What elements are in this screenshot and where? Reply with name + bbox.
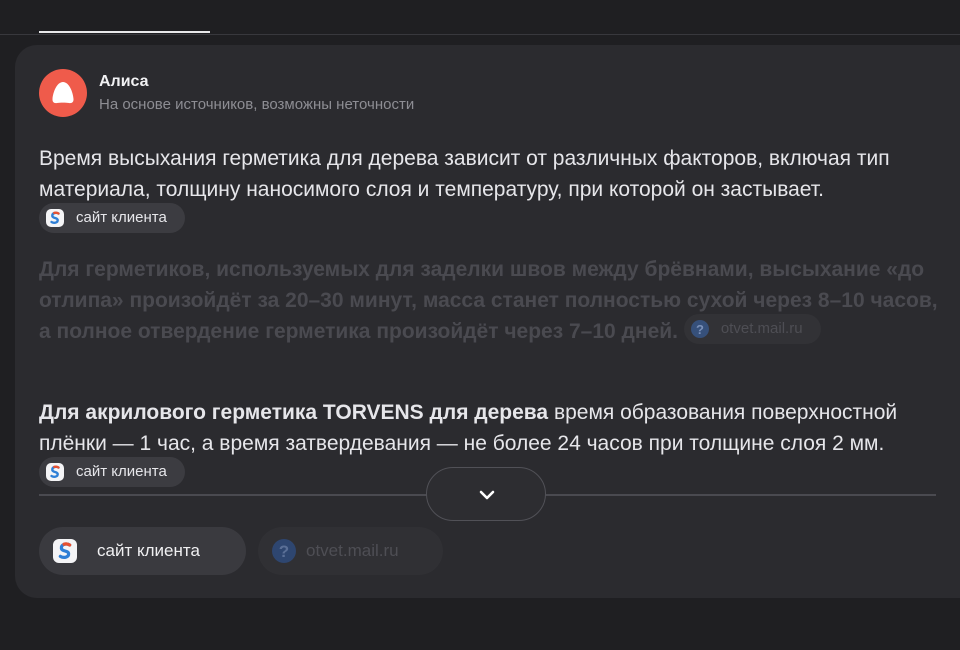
author-name: Алиса xyxy=(99,73,149,90)
answer-paragraph-2: Для герметиков, используемых для заделки… xyxy=(39,254,939,347)
source-button-otvet[interactable]: ? otvet.mail.ru xyxy=(258,527,443,575)
chip-label: otvet.mail.ru xyxy=(720,320,803,338)
alice-logo-icon xyxy=(39,69,87,117)
svg-text:?: ? xyxy=(696,322,704,337)
question-icon: ? xyxy=(272,539,296,563)
source-button-client-site[interactable]: сайт клиента xyxy=(39,527,246,575)
client-site-icon xyxy=(46,463,64,482)
top-tabs xyxy=(0,0,960,36)
chip-label: сайт клиента xyxy=(76,463,167,481)
tabs-divider xyxy=(0,34,960,35)
bottom-strip xyxy=(0,608,960,650)
answer-paragraph-1: Время высыхания герметика для дерева зав… xyxy=(39,143,939,236)
source-label: сайт клиента xyxy=(97,541,200,560)
source-chip-client-site[interactable]: сайт клиента xyxy=(39,203,185,234)
alice-answer-card: Алиса На основе источников, возможны нет… xyxy=(15,45,960,598)
source-chip-client-site[interactable]: сайт клиента xyxy=(39,457,185,488)
paragraph-text: Время высыхания герметика для дерева зав… xyxy=(39,147,890,201)
paragraph-bold-text: Для акрилового герметика TORVENS для дер… xyxy=(39,401,549,424)
client-site-icon xyxy=(46,209,64,228)
chip-label: сайт клиента xyxy=(76,209,167,227)
chevron-down-icon xyxy=(479,490,495,500)
source-chip-otvet[interactable]: ? otvet.mail.ru xyxy=(683,314,821,345)
client-site-icon xyxy=(53,539,77,563)
active-tab-indicator xyxy=(39,31,210,33)
source-label: otvet.mail.ru xyxy=(306,541,399,560)
disclaimer-text: На основе источников, возможны неточност… xyxy=(99,96,415,113)
question-icon: ? xyxy=(690,320,709,339)
svg-text:?: ? xyxy=(279,542,289,561)
expand-answer-button[interactable] xyxy=(426,467,546,521)
